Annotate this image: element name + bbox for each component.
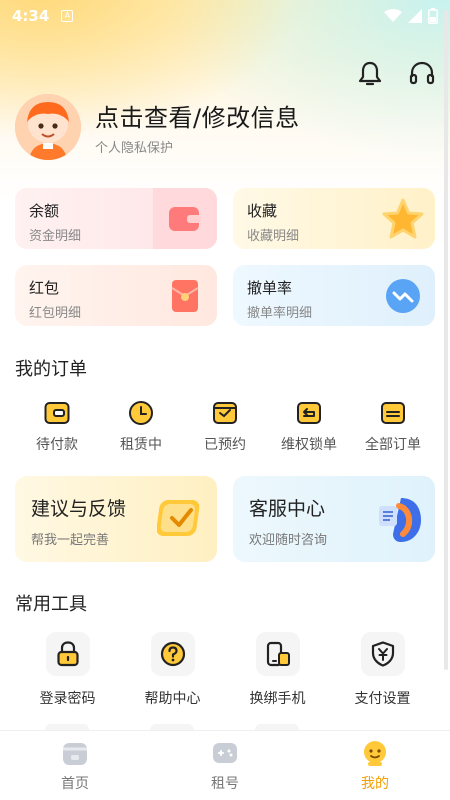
scrollbar[interactable] — [444, 10, 448, 670]
profile-icon — [364, 741, 386, 766]
bottom-tab-bar: 首页 租号 我的 — [0, 730, 450, 800]
yuan-shield-icon — [371, 641, 394, 667]
clock-icon — [129, 401, 153, 425]
tool-label: 换绑手机 — [249, 691, 306, 707]
privacy-link[interactable]: 个人隐私保护 — [95, 137, 300, 156]
lock-icon — [56, 641, 79, 667]
phone-swap-icon — [266, 641, 290, 667]
red-packet-card[interactable]: 红包 红包明细 — [15, 265, 217, 326]
orders-icon — [381, 402, 405, 424]
order-label: 待付款 — [36, 437, 78, 453]
tab-rent-account[interactable]: 租号 — [150, 731, 300, 800]
header-actions — [356, 60, 436, 88]
status-icons — [384, 8, 438, 24]
status-time: 4:34 — [12, 7, 50, 25]
question-icon — [160, 641, 185, 667]
battery-icon — [428, 8, 438, 24]
tab-mine[interactable]: 我的 — [300, 731, 450, 800]
profile-text: 点击查看/修改信息 个人隐私保护 — [95, 98, 300, 156]
star-icon — [371, 188, 435, 249]
signal-icon — [408, 9, 422, 23]
profile-header[interactable]: 点击查看/修改信息 个人隐私保护 — [15, 94, 300, 160]
tools-row: 登录密码 帮助中心 换绑手机 支付设置 — [0, 632, 450, 708]
return-icon — [297, 402, 321, 424]
avatar[interactable] — [15, 94, 81, 160]
tab-label: 首页 — [61, 776, 89, 792]
bell-icon[interactable] — [356, 60, 384, 88]
order-renting[interactable]: 租赁中 — [99, 400, 183, 454]
calendar-icon — [213, 402, 237, 424]
tool-payment-settings[interactable]: 支付设置 — [330, 632, 435, 708]
order-pending-payment[interactable]: 待付款 — [15, 400, 99, 454]
home-icon — [63, 743, 87, 765]
order-all[interactable]: 全部订单 — [351, 400, 435, 454]
orders-row: 待付款 租赁中 已预约 维权锁单 全部订单 — [0, 400, 450, 454]
profile-name[interactable]: 点击查看/修改信息 — [95, 98, 300, 133]
status-bar: 4:34 A — [0, 0, 450, 32]
tool-icon-box — [45, 632, 90, 676]
wifi-icon — [384, 9, 402, 22]
gamepad-icon — [213, 743, 237, 763]
feedback-card[interactable]: 建议与反馈 帮我一起完善 — [15, 476, 217, 562]
order-label: 已预约 — [204, 437, 246, 453]
tool-label: 帮助中心 — [144, 691, 201, 707]
tab-label: 租号 — [211, 776, 239, 792]
tool-icon-box — [150, 632, 195, 676]
customer-service-card[interactable]: 客服中心 欢迎随时咨询 — [233, 476, 435, 562]
tools-section-title: 常用工具 — [15, 594, 87, 615]
order-reserved[interactable]: 已预约 — [183, 400, 267, 454]
cancel-rate-card[interactable]: 撤单率 撤单率明细 — [233, 265, 435, 326]
wallet-icon — [44, 402, 70, 424]
wallet-icon — [153, 188, 217, 249]
chart-icon — [371, 265, 435, 326]
order-label: 租赁中 — [120, 437, 162, 453]
tool-help-center[interactable]: 帮助中心 — [120, 632, 225, 708]
checkbox-icon — [156, 496, 205, 544]
tab-label: 我的 — [361, 776, 389, 792]
order-label: 全部订单 — [365, 437, 421, 453]
red-envelope-icon — [153, 265, 217, 326]
headset-icon[interactable] — [408, 60, 436, 88]
tool-icon-box — [360, 632, 405, 676]
notification-icon: A — [61, 10, 74, 22]
tool-label: 登录密码 — [39, 691, 96, 707]
orders-section-title: 我的订单 — [15, 359, 87, 380]
tool-change-phone[interactable]: 换绑手机 — [225, 632, 330, 708]
avatar-image — [15, 94, 81, 160]
service-phone-icon — [377, 496, 423, 548]
balance-card[interactable]: 余额 资金明细 — [15, 188, 217, 249]
order-label: 维权锁单 — [281, 437, 337, 453]
tab-home[interactable]: 首页 — [0, 731, 150, 800]
tool-label: 支付设置 — [354, 691, 411, 707]
favorites-card[interactable]: 收藏 收藏明细 — [233, 188, 435, 249]
order-dispute-locked[interactable]: 维权锁单 — [267, 400, 351, 454]
tool-login-password[interactable]: 登录密码 — [15, 632, 120, 708]
tool-icon-box — [255, 632, 300, 676]
